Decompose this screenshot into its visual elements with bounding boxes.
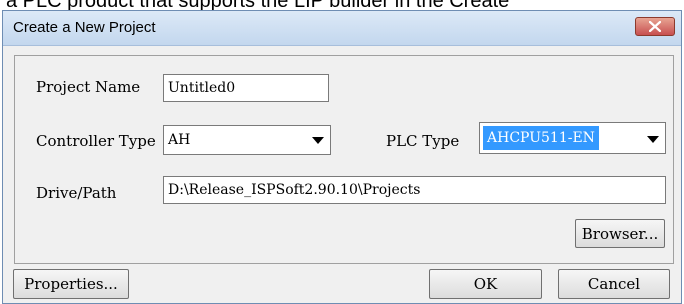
- drive-path-label: Drive/Path: [36, 184, 117, 202]
- properties-button[interactable]: Properties...: [13, 269, 129, 299]
- project-name-input[interactable]: Untitled0: [163, 74, 329, 102]
- ok-button-label: OK: [473, 275, 498, 293]
- ok-button[interactable]: OK: [429, 269, 542, 299]
- close-button[interactable]: [635, 17, 675, 36]
- plc-type-dropdown[interactable]: AHCPU511-EN: [479, 122, 666, 154]
- create-project-dialog: Create a New Project Project Name Untitl…: [2, 10, 682, 304]
- plc-type-value: AHCPU511-EN: [483, 126, 599, 150]
- chevron-down-icon: [312, 137, 324, 144]
- controller-type-label: Controller Type: [36, 132, 156, 150]
- drive-path-input[interactable]: D:\Release_ISPSoft2.90.10\Projects: [163, 176, 666, 204]
- browser-button[interactable]: Browser...: [575, 219, 665, 248]
- project-name-value: Untitled0: [168, 80, 236, 96]
- cancel-button[interactable]: Cancel: [558, 269, 670, 299]
- controller-type-value: AH: [168, 132, 191, 148]
- controller-type-dropdown[interactable]: AH: [163, 125, 331, 155]
- cancel-button-label: Cancel: [587, 275, 641, 293]
- chevron-down-icon: [647, 136, 659, 143]
- dialog-title-bar: Create a New Project: [3, 11, 681, 46]
- browser-button-label: Browser...: [581, 224, 659, 243]
- plc-type-label: PLC Type: [386, 132, 460, 150]
- dialog-title: Create a New Project: [13, 19, 156, 36]
- project-name-label: Project Name: [36, 78, 141, 96]
- drive-path-value: D:\Release_ISPSoft2.90.10\Projects: [168, 182, 421, 198]
- close-icon: [649, 21, 661, 32]
- project-settings-panel: Project Name Untitled0 Controller Type A…: [14, 55, 674, 264]
- properties-button-label: Properties...: [24, 275, 118, 293]
